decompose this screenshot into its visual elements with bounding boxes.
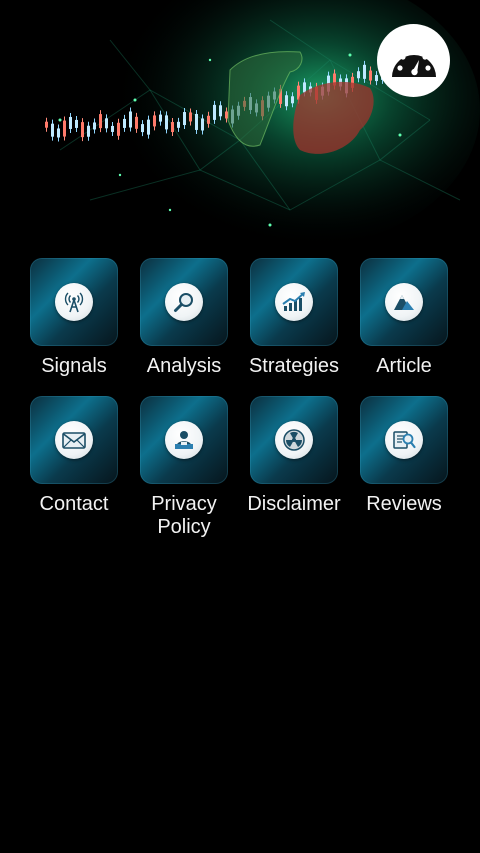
analysis-tile-box[interactable] [140,258,228,346]
candlestick-body [195,113,198,130]
candlestick-body [87,125,90,137]
candlestick-body [369,70,372,81]
contact-label: Contact [39,493,109,515]
article-label: Article [376,355,432,377]
candlestick-body [183,112,186,126]
mountain-logo-icon-badge [385,283,423,321]
candlestick-body [111,125,114,132]
radiation-icon-badge [275,421,313,459]
strategies-label: Strategies [248,355,340,377]
candlestick-body [135,116,138,129]
article-tile[interactable]: Article [349,258,459,378]
magnifier-icon-badge [165,283,203,321]
envelope-icon-badge [55,421,93,459]
candlestick-body [57,128,60,138]
candlestick-body [147,119,150,135]
candlestick-body [291,96,294,104]
envelope-icon [62,432,86,449]
document-search-icon [393,431,416,449]
candlestick-body [69,116,72,129]
menu-grid: Signals Analysis Strategies Article Cont… [19,258,461,539]
candlestick-body [219,105,222,117]
candlestick-body [93,122,96,130]
candlestick-body [99,114,102,129]
candlestick-body [75,119,78,128]
antenna-icon [64,292,84,313]
contact-tile-box[interactable] [30,396,118,484]
strategies-tile-box[interactable] [250,258,338,346]
candlestick-body [129,111,132,128]
candlestick-body [201,118,204,131]
speedometer-button[interactable] [377,24,450,97]
mountain-logo-icon [394,295,414,310]
candlestick-body [51,123,54,137]
candlestick-body [105,118,108,129]
analysis-label: Analysis [146,355,222,377]
privacy-policy-tile[interactable]: Privacy Policy [129,396,239,539]
disclaimer-tile[interactable]: Disclaimer [239,396,349,539]
candlestick-body [189,112,192,122]
disclaimer-tile-box[interactable] [250,396,338,484]
candlestick-body [141,124,144,133]
candlestick-body [177,121,180,128]
contact-tile[interactable]: Contact [19,396,129,539]
candlestick-body [159,114,162,122]
analysis-tile[interactable]: Analysis [129,258,239,378]
candlestick-body [225,111,228,119]
signals-tile[interactable]: Signals [19,258,129,378]
candlestick-body [81,122,84,138]
reviews-tile-box[interactable] [360,396,448,484]
app-screen: Signals Analysis Strategies Article Cont… [0,0,480,853]
strategies-tile[interactable]: Strategies [239,258,349,378]
candlestick-body [123,118,126,128]
radiation-icon [283,429,305,451]
candlestick-body [45,121,48,128]
candlestick-body [357,71,360,79]
candlestick-body [285,95,288,107]
reviews-label: Reviews [366,493,442,515]
candlestick-body [63,120,66,137]
candlestick-body [363,64,366,79]
speedometer-icon [391,48,436,77]
candlestick-body [171,122,174,133]
article-tile-box[interactable] [360,258,448,346]
signals-tile-box[interactable] [30,258,118,346]
candlestick-body [117,122,120,136]
reviews-tile[interactable]: Reviews [349,396,459,539]
privacy-policy-label: Privacy Policy [151,493,217,538]
candlestick-body [153,115,156,127]
privacy-policy-tile-box[interactable] [140,396,228,484]
candlestick-body [303,82,306,93]
user-desk-icon-badge [165,421,203,459]
document-search-icon-badge [385,421,423,459]
magnifier-icon [174,293,193,312]
candlestick-body [375,75,378,82]
candlestick-body [165,115,168,130]
candlestick-body [213,104,216,120]
growth-chart-icon-badge [275,283,313,321]
antenna-icon-badge [55,283,93,321]
user-desk-icon [175,431,193,449]
signals-label: Signals [41,355,107,377]
candlestick-body [207,115,210,124]
disclaimer-label: Disclaimer [247,493,341,515]
growth-chart-icon [282,292,305,311]
